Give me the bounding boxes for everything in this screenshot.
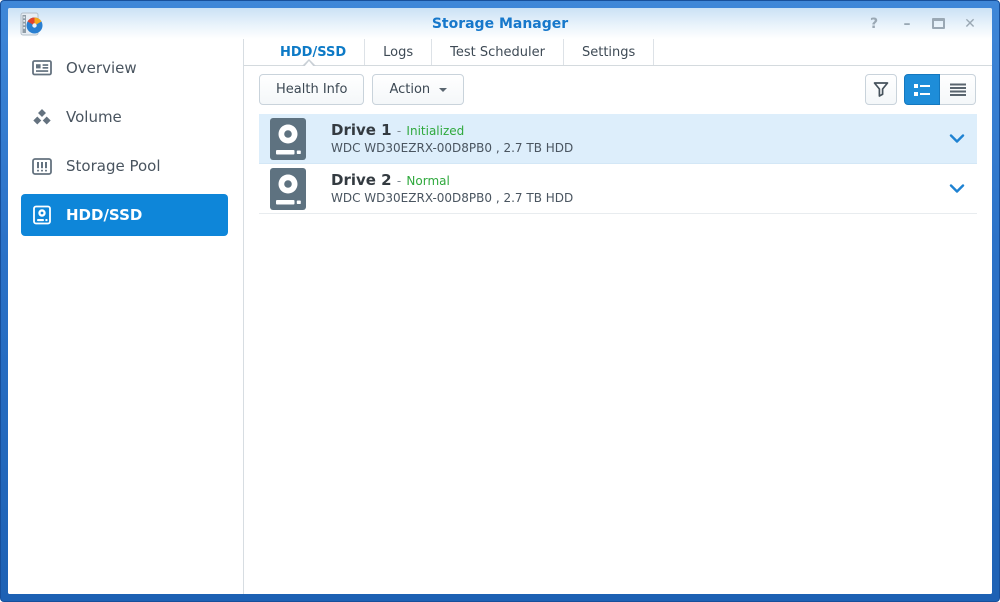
tab-test-scheduler[interactable]: Test Scheduler <box>432 39 564 65</box>
window-body: Overview Volume <box>8 39 992 594</box>
sidebar-item-overview[interactable]: Overview <box>21 47 228 89</box>
maximize-button[interactable] <box>932 18 945 29</box>
drive-details: WDC WD30EZRX-00D8PB0 , 2.7 TB HDD <box>331 141 573 155</box>
caret-down-icon <box>439 88 447 92</box>
drive-name: Drive 1 <box>331 121 392 139</box>
filter-button[interactable] <box>865 74 897 105</box>
tab-logs[interactable]: Logs <box>365 39 432 65</box>
storage-pool-bays-icon <box>32 158 52 175</box>
storage-manager-window: Storage Manager ? – ✕ <box>8 8 992 594</box>
chevron-down-icon <box>949 184 965 194</box>
sidebar-item-hdd-ssd[interactable]: HDD/SSD <box>21 194 228 236</box>
health-info-button[interactable]: Health Info <box>259 74 364 105</box>
hdd-icon <box>269 167 307 211</box>
hdd-icon <box>269 117 307 161</box>
sidebar-item-label: Overview <box>66 59 137 77</box>
action-label: Action <box>389 82 430 97</box>
filter-funnel-icon <box>872 81 890 98</box>
drive-row-2[interactable]: Drive 2 - Normal WDC WD30EZRX-00D8PB0 , … <box>259 164 977 214</box>
hdd-drive-icon <box>32 205 52 225</box>
drive-title: Drive 2 - Normal <box>331 172 573 189</box>
expand-drive-button[interactable] <box>949 184 965 194</box>
drive-list: Drive 1 - Initialized WDC WD30EZRX-00D8P… <box>244 113 992 594</box>
sidebar-item-storage-pool[interactable]: Storage Pool <box>21 145 228 187</box>
window-frame: Storage Manager ? – ✕ <box>0 0 1000 602</box>
drive-info: Drive 1 - Initialized WDC WD30EZRX-00D8P… <box>331 122 573 156</box>
action-button[interactable]: Action <box>372 74 464 105</box>
sidebar-item-label: Storage Pool <box>66 157 161 175</box>
main-content: HDD/SSD Logs Test Scheduler Settings Hea… <box>244 39 992 594</box>
volume-cubes-icon <box>32 108 52 126</box>
view-toggle-group <box>904 74 976 105</box>
sidebar-item-label: Volume <box>66 108 122 126</box>
minimize-button[interactable]: – <box>899 17 915 31</box>
chevron-down-icon <box>949 134 965 144</box>
window-controls: ? – ✕ <box>866 17 978 31</box>
detail-list-view-icon <box>913 83 931 97</box>
drive-info: Drive 2 - Normal WDC WD30EZRX-00D8PB0 , … <box>331 172 573 206</box>
compact-list-view-icon <box>949 83 967 97</box>
titlebar[interactable]: Storage Manager ? – ✕ <box>8 8 992 39</box>
close-button[interactable]: ✕ <box>962 17 978 31</box>
active-tab-notch-fill <box>304 61 314 67</box>
status-badge: Normal <box>406 174 449 188</box>
tab-bar: HDD/SSD Logs Test Scheduler Settings <box>244 39 992 66</box>
help-button[interactable]: ? <box>866 17 882 31</box>
list-view-button[interactable] <box>940 74 976 105</box>
page-title: Storage Manager <box>8 16 992 32</box>
status-badge: Initialized <box>406 124 464 138</box>
health-info-label: Health Info <box>276 82 347 97</box>
sidebar: Overview Volume <box>8 39 244 594</box>
expand-drive-button[interactable] <box>949 134 965 144</box>
detail-view-button[interactable] <box>904 74 940 105</box>
drive-details: WDC WD30EZRX-00D8PB0 , 2.7 TB HDD <box>331 191 573 205</box>
tab-settings[interactable]: Settings <box>564 39 654 65</box>
storage-manager-app-icon <box>19 12 45 36</box>
overview-card-icon <box>32 60 52 76</box>
sidebar-item-volume[interactable]: Volume <box>21 96 228 138</box>
drive-row-1[interactable]: Drive 1 - Initialized WDC WD30EZRX-00D8P… <box>259 114 977 164</box>
drive-title: Drive 1 - Initialized <box>331 122 573 139</box>
sidebar-item-label: HDD/SSD <box>66 206 142 224</box>
toolbar: Health Info Action <box>244 66 992 113</box>
drive-name: Drive 2 <box>331 171 392 189</box>
